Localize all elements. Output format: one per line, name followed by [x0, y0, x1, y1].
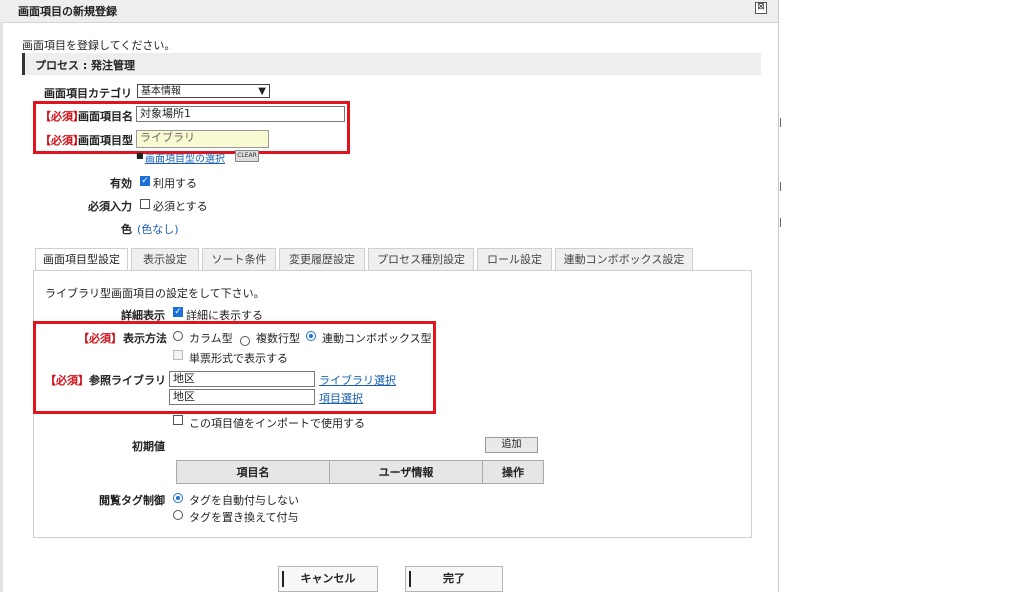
table-header-row: 項目名 ユーザ情報 操作 [176, 460, 544, 484]
column-header-user-info: ユーザ情報 [329, 460, 483, 484]
enabled-option-label: 利用する [153, 177, 197, 190]
radio-tag-replace[interactable] [173, 510, 183, 520]
tab-history-settings[interactable]: 変更履歴設定 [279, 248, 365, 270]
tab-role-settings[interactable]: ロール設定 [477, 248, 552, 270]
initial-value-table: 項目名 ユーザ情報 操作 [176, 460, 544, 484]
radio-linked-combobox-type[interactable] [306, 331, 316, 341]
background-page-fragment: | [779, 118, 783, 128]
background-page-fragment: | [779, 182, 783, 192]
column-header-actions: 操作 [482, 460, 544, 484]
add-button[interactable]: 追加 [485, 437, 538, 453]
type-input: ライブラリ [136, 130, 269, 148]
background-page-fragment: | [779, 218, 783, 228]
ref-library-input[interactable]: 地区 [169, 371, 315, 387]
type-label: 画面項目型 [78, 134, 133, 147]
name-input[interactable]: 対象場所1 [136, 106, 345, 122]
radio-tag-no-auto[interactable] [173, 493, 183, 503]
tab-process-type-settings[interactable]: プロセス種別設定 [368, 248, 474, 270]
initial-value-label: 初期値 [132, 440, 165, 453]
radio-multi-row-type-label: 複数行型 [256, 332, 300, 345]
button-bar-icon [409, 571, 411, 587]
button-bar-icon [282, 571, 284, 587]
done-button-label: 完了 [443, 572, 465, 585]
item-select-link[interactable]: 項目選択 [319, 390, 363, 406]
radio-tag-replace-label: タグを置き換えて付与 [189, 511, 299, 524]
radio-multi-row-type[interactable] [240, 336, 250, 346]
chevron-down-icon: ▼ [258, 86, 266, 97]
radio-tag-no-auto-label: タグを自動付与しない [189, 494, 299, 507]
registration-dialog: 画面項目の新規登録 ⊠ 画面項目を登録してください。 プロセス : 発注管理 画… [0, 0, 779, 592]
detail-display-checkbox[interactable]: ✓ [173, 307, 183, 317]
process-label: プロセス : 発注管理 [35, 59, 136, 72]
clear-button[interactable]: CLEAR [235, 150, 259, 162]
enabled-label: 有効 [110, 177, 132, 190]
color-label: 色 [121, 223, 132, 236]
tab-display-settings[interactable]: 表示設定 [131, 248, 199, 270]
single-form-option-label: 単票形式で表示する [189, 352, 288, 365]
ref-library-label: 参照ライブラリ [89, 374, 166, 387]
required-input-option-label: 必須とする [153, 200, 208, 213]
tab-item-type-settings[interactable]: 画面項目型設定 [35, 248, 128, 272]
color-value-link[interactable]: (色なし) [137, 221, 179, 237]
tab-sort-conditions[interactable]: ソート条件 [202, 248, 276, 270]
radio-column-type[interactable] [173, 331, 183, 341]
view-tag-label: 閲覧タグ制御 [99, 494, 165, 507]
dialog-titlebar: 画面項目の新規登録 ⊠ [0, 0, 778, 23]
panel-intro-text: ライブラリ型画面項目の設定をして下さい。 [45, 287, 265, 300]
tab-linked-combobox-settings[interactable]: 連動コンボボックス設定 [555, 248, 693, 270]
dialog-left-border [0, 22, 3, 592]
import-checkbox[interactable] [173, 415, 183, 425]
required-input-label: 必須入力 [88, 200, 132, 213]
radio-column-type-label: カラム型 [189, 332, 233, 345]
cancel-button[interactable]: キャンセル [278, 566, 378, 592]
category-select[interactable]: 基本情報 ▼ [137, 84, 270, 98]
type-select-link[interactable]: 画面項目型の選択 [145, 150, 225, 165]
import-option-label: この項目値をインポートで使用する [189, 417, 365, 430]
process-header: プロセス : 発注管理 [22, 53, 761, 75]
library-select-link[interactable]: ライブラリ選択 [319, 372, 396, 388]
name-label: 画面項目名 [78, 110, 133, 123]
category-select-value: 基本情報 [141, 86, 181, 97]
single-form-checkbox [173, 350, 183, 360]
enabled-checkbox[interactable]: ✓ [140, 176, 150, 186]
ref-item-input[interactable]: 地区 [169, 389, 315, 405]
required-input-checkbox[interactable] [140, 199, 150, 209]
radio-linked-combobox-type-label: 連動コンボボックス型 [322, 332, 432, 345]
close-icon[interactable]: ⊠ [755, 2, 767, 14]
cancel-button-label: キャンセル [300, 572, 356, 585]
done-button[interactable]: 完了 [405, 566, 503, 592]
dialog-intro-text: 画面項目を登録してください。 [22, 39, 176, 52]
column-header-item-name: 項目名 [176, 460, 330, 484]
bullet-icon: ■ [136, 151, 144, 160]
category-label: 画面項目カテゴリ [44, 87, 132, 100]
required-tag-library: 【必須】 [45, 374, 89, 387]
display-method-label: 表示方法 [123, 332, 167, 345]
dialog-title: 画面項目の新規登録 [18, 5, 117, 18]
